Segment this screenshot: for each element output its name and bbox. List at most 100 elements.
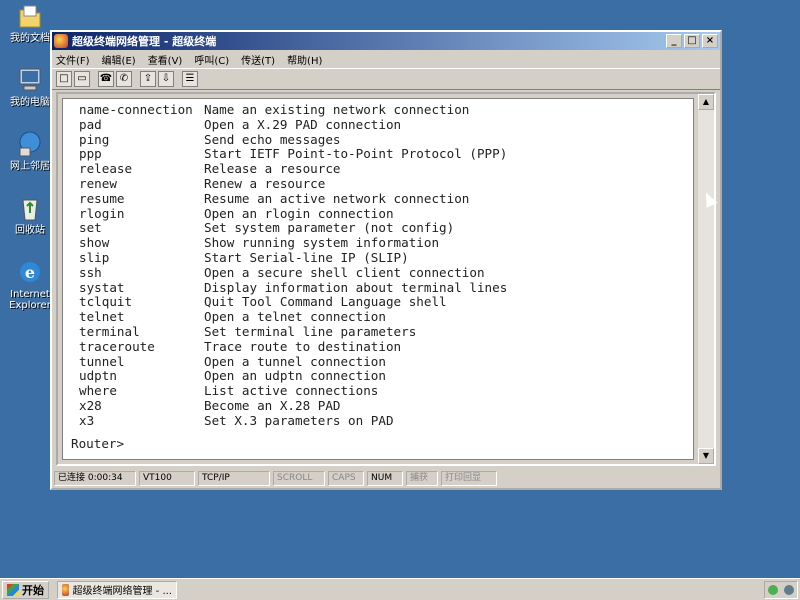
command-description: Trace route to destination bbox=[204, 338, 402, 354]
toolbar: □ ▭ ☎ ✆ ⇪ ⇩ ☰ bbox=[52, 68, 720, 90]
taskbar-item-hyperterminal[interactable]: 超级终端网络管理 - ... bbox=[57, 580, 177, 599]
desktop-icon-network[interactable]: 网上邻居 bbox=[4, 130, 56, 172]
command-description: Open a telnet connection bbox=[204, 309, 386, 325]
menu-call[interactable]: 呼叫(C) bbox=[194, 52, 229, 67]
command-name: telnet bbox=[79, 309, 125, 325]
desktop-icon-my-computer[interactable]: 我的电脑 bbox=[4, 66, 56, 108]
command-description: Resume an active network connection bbox=[204, 190, 470, 206]
desktop-icon-label-line2: Explorer bbox=[9, 300, 51, 311]
maximize-button[interactable]: □ bbox=[684, 34, 700, 48]
terminal-frame: name-connection Name an existing network … bbox=[56, 92, 716, 466]
my-computer-icon bbox=[14, 66, 46, 94]
desktop-icon-my-documents[interactable]: 我的文档 bbox=[4, 2, 56, 44]
terminal-line: x28 Become an X.28 PAD bbox=[71, 397, 693, 414]
title-bar[interactable]: 超级终端网络管理 - 超级终端 _ □ × bbox=[52, 32, 720, 50]
command-description: Start IETF Point-to-Point Protocol (PPP) bbox=[204, 146, 508, 162]
start-button[interactable]: 开始 bbox=[2, 580, 49, 599]
command-name: resume bbox=[79, 190, 125, 206]
terminal-line: show Show running system information bbox=[71, 235, 693, 251]
command-description: Show running system information bbox=[204, 235, 440, 251]
terminal-line: x3 Set X.3 parameters on PAD bbox=[71, 412, 693, 429]
terminal-line: renew Renew a resource bbox=[71, 175, 693, 192]
send-icon[interactable]: ⇪ bbox=[140, 71, 156, 87]
command-description: Open a tunnel connection bbox=[204, 353, 386, 369]
svg-text:e: e bbox=[25, 263, 35, 282]
scroll-down-icon[interactable]: ▼ bbox=[698, 448, 714, 464]
status-bar: 已连接 0:00:34 VT100 TCP/IP SCROLL CAPS NUM… bbox=[52, 468, 720, 488]
command-description: Name an existing network connection bbox=[204, 102, 470, 117]
menu-bar: 文件(F) 编辑(E) 查看(V) 呼叫(C) 传送(T) 帮助(H) bbox=[52, 50, 720, 68]
terminal-line: terminal Set terminal line parameters bbox=[71, 323, 693, 340]
taskbar: 开始 超级终端网络管理 - ... bbox=[0, 578, 800, 600]
status-print-echo: 打印回显 bbox=[441, 470, 497, 486]
desktop-icon-label: Internet bbox=[10, 289, 50, 300]
command-description: Open an udptn connection bbox=[204, 368, 386, 384]
desktop-icon-internet-explorer[interactable]: e Internet Explorer bbox=[4, 258, 56, 311]
terminal-line: where List active connections bbox=[71, 383, 693, 399]
command-name: release bbox=[79, 161, 133, 177]
hyperterminal-window: 超级终端网络管理 - 超级终端 _ □ × 文件(F) 编辑(E) 查看(V) … bbox=[50, 30, 722, 490]
command-name: tunnel bbox=[79, 353, 125, 369]
status-capture: 捕获 bbox=[406, 470, 438, 486]
menu-transfer[interactable]: 传送(T) bbox=[241, 52, 275, 67]
tray-network-icon[interactable] bbox=[768, 584, 778, 595]
command-description: Renew a resource bbox=[204, 175, 326, 191]
system-tray bbox=[764, 580, 798, 599]
close-button[interactable]: × bbox=[702, 34, 718, 48]
command-description: Set terminal line parameters bbox=[204, 323, 417, 339]
terminal-line: pad Open a X.29 PAD connection bbox=[71, 117, 693, 133]
desktop-icon-label: 回收站 bbox=[15, 225, 45, 236]
menu-edit[interactable]: 编辑(E) bbox=[102, 52, 136, 67]
status-connected: 已连接 0:00:34 bbox=[54, 470, 136, 486]
command-description: Release a resource bbox=[204, 161, 341, 177]
command-name: x28 bbox=[79, 397, 102, 413]
vertical-scrollbar[interactable]: ▲ ▼ bbox=[698, 94, 714, 464]
menu-file[interactable]: 文件(F) bbox=[56, 52, 90, 67]
tray-volume-icon[interactable] bbox=[784, 584, 794, 595]
connect-icon[interactable]: ✆ bbox=[116, 71, 132, 87]
terminal-line: set Set system parameter (not config) bbox=[71, 221, 693, 236]
ie-icon: e bbox=[14, 258, 46, 286]
command-description: List active connections bbox=[204, 383, 379, 399]
status-num: NUM bbox=[367, 470, 403, 486]
terminal-screen[interactable]: name-connection Name an existing network … bbox=[62, 98, 694, 460]
terminal-prompt: Router> bbox=[71, 435, 125, 451]
status-protocol: TCP/IP bbox=[198, 470, 270, 486]
new-icon[interactable]: □ bbox=[56, 71, 72, 87]
command-description: Open an rlogin connection bbox=[204, 205, 394, 221]
terminal-line: ssh Open a secure shell client connection bbox=[71, 265, 693, 281]
terminal-line: resume Resume an active network connectio… bbox=[71, 190, 693, 207]
hyperterminal-icon bbox=[62, 583, 70, 596]
command-name: name-connection bbox=[79, 102, 193, 117]
receive-icon[interactable]: ⇩ bbox=[158, 71, 174, 87]
terminal-line: slip Start Serial-line IP (SLIP) bbox=[71, 249, 693, 266]
desktop-icon-label: 网上邻居 bbox=[10, 161, 50, 172]
command-name: ppp bbox=[79, 146, 102, 162]
desktop-icon-label: 我的电脑 bbox=[10, 97, 50, 108]
command-description: Quit Tool Command Language shell bbox=[204, 294, 447, 310]
scroll-up-icon[interactable]: ▲ bbox=[698, 94, 714, 110]
command-name: set bbox=[79, 220, 102, 236]
taskbar-item-label: 超级终端网络管理 - ... bbox=[72, 586, 172, 597]
command-name: slip bbox=[79, 249, 110, 265]
status-emulation: VT100 bbox=[139, 470, 195, 486]
network-neighborhood-icon bbox=[14, 130, 46, 158]
desktop-icon-recycle-bin[interactable]: 回收站 bbox=[4, 194, 56, 236]
scroll-track[interactable] bbox=[698, 110, 714, 448]
status-scroll: SCROLL bbox=[273, 470, 325, 486]
command-description: Set X.3 parameters on PAD bbox=[204, 412, 394, 428]
command-name: traceroute bbox=[79, 338, 155, 354]
command-name: systat bbox=[79, 279, 125, 295]
menu-help[interactable]: 帮助(H) bbox=[287, 52, 322, 67]
properties-icon[interactable]: ☰ bbox=[182, 71, 198, 87]
command-name: ping bbox=[79, 131, 110, 147]
minimize-button[interactable]: _ bbox=[666, 34, 682, 48]
menu-view[interactable]: 查看(V) bbox=[148, 52, 183, 67]
disconnect-icon[interactable]: ☎ bbox=[98, 71, 114, 87]
start-label: 开始 bbox=[22, 583, 44, 597]
open-icon[interactable]: ▭ bbox=[74, 71, 90, 87]
recycle-bin-icon bbox=[14, 194, 46, 222]
my-documents-icon bbox=[14, 2, 46, 30]
terminal-line: name-connection Name an existing network … bbox=[71, 102, 693, 118]
terminal-line: ping Send echo messages bbox=[71, 131, 693, 148]
